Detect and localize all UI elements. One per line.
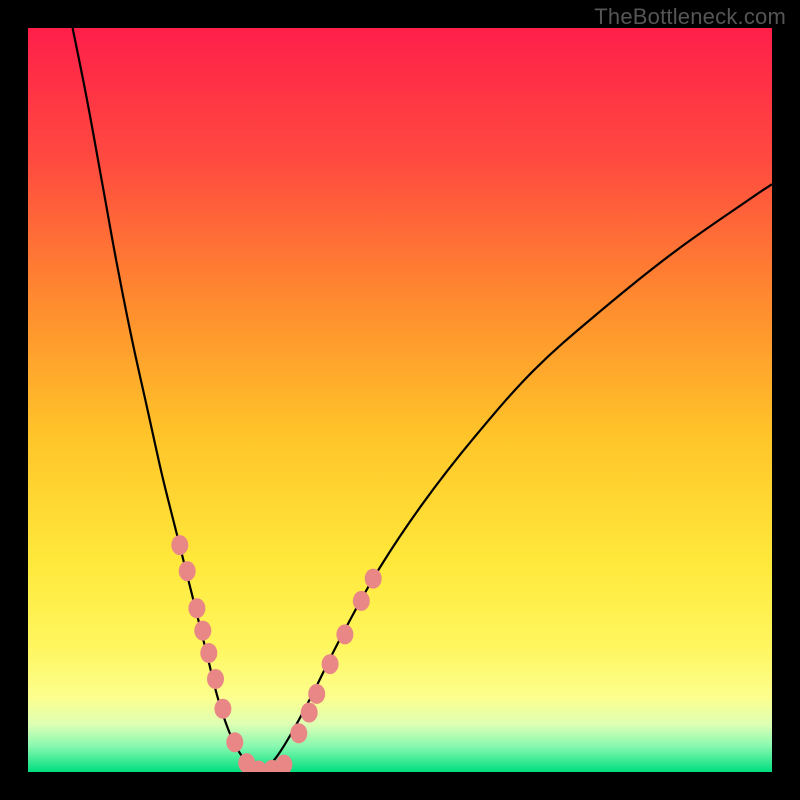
bottleneck-curve [28,28,772,772]
data-dot [188,598,205,618]
data-dot [308,684,325,704]
data-dot [275,755,292,772]
data-dot [179,561,196,581]
data-dot [353,591,370,611]
data-dot [301,703,318,723]
data-dot [194,621,211,641]
data-dot [290,723,307,743]
data-dot [336,624,353,644]
data-dot [214,699,231,719]
curve-right-branch [261,184,772,772]
data-dot [207,669,224,689]
curve-left-branch [73,28,261,772]
data-dot [365,569,382,589]
data-dots [171,535,381,772]
data-dot [226,732,243,752]
data-dot [200,643,217,663]
data-dot [171,535,188,555]
plot-area [28,28,772,772]
data-dot [322,654,339,674]
watermark-text: TheBottleneck.com [594,4,786,30]
outer-frame: TheBottleneck.com [0,0,800,800]
